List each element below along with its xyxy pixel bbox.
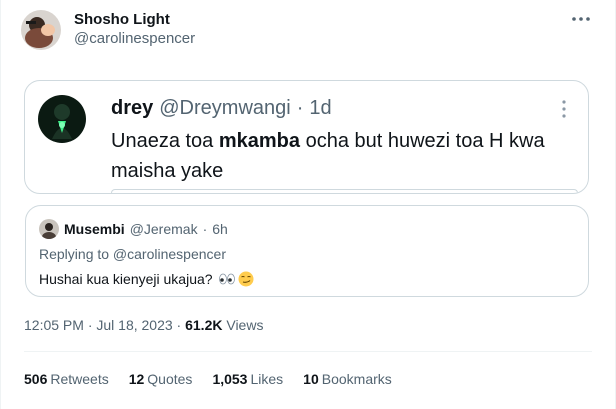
stat-count: 12	[128, 371, 145, 387]
reply-handle[interactable]: @Jeremak	[130, 221, 198, 237]
replying-to[interactable]: Replying to @carolinespencer	[39, 246, 226, 262]
timestamp[interactable]: 12:05 PM · Jul 18, 2023	[24, 317, 173, 333]
smirk-face-icon	[238, 271, 254, 287]
stat-count: 10	[303, 371, 319, 387]
tweet-detail: Shosho Light @carolinespencer drey @Drey…	[0, 0, 616, 409]
stat-label: Quotes	[147, 371, 193, 387]
quoted-header: drey @Dreymwangi · 1d	[111, 97, 332, 120]
reply-avatar[interactable]	[39, 219, 59, 239]
tweet-header: Shosho Light @carolinespencer	[21, 10, 195, 50]
views-count: 61.2K	[185, 317, 223, 333]
divider	[24, 351, 592, 352]
retweets-stat[interactable]: 506 Retweets	[24, 371, 109, 387]
views-label: Views	[226, 317, 264, 333]
reply-text: Hushai kua kienyeji ukajua?	[39, 271, 213, 287]
quotes-stat[interactable]: 12 Quotes	[129, 371, 193, 387]
author-handle[interactable]: @carolinespencer	[74, 29, 195, 49]
stat-label: Retweets	[50, 371, 109, 387]
stat-count: 1,053	[212, 371, 248, 387]
quoted-text-before: Unaeza toa	[111, 130, 219, 152]
reply-tweet-card[interactable]: Musembi @Jeremak · 6h Replying to @carol…	[25, 205, 589, 297]
more-vertical-icon[interactable]	[560, 99, 568, 119]
quoted-handle[interactable]: @Dreymwangi	[159, 97, 290, 120]
nested-card-edge	[111, 189, 578, 193]
quoted-text: Unaeza toa mkamba ocha but huwezi toa H …	[111, 126, 571, 186]
reply-time[interactable]: 6h	[212, 221, 228, 237]
separator-dot: ·	[296, 97, 304, 119]
stat-label: Likes	[250, 371, 284, 387]
quoted-name[interactable]: drey	[111, 97, 153, 120]
likes-stat[interactable]: 1,053 Likes	[212, 371, 283, 387]
stat-label: Bookmarks	[321, 371, 392, 387]
quoted-tweet-card[interactable]: drey @Dreymwangi · 1d Unaeza toa mkamba …	[24, 80, 589, 194]
stat-count: 506	[24, 371, 48, 387]
reply-name[interactable]: Musembi	[64, 221, 125, 237]
separator-dot: ·	[202, 221, 208, 237]
emoji-group	[218, 271, 254, 287]
separator-dot: ·	[176, 317, 182, 333]
bookmarks-stat[interactable]: 10 Bookmarks	[303, 371, 392, 387]
eyes-icon	[218, 273, 235, 285]
tweet-meta: 12:05 PM · Jul 18, 2023 · 61.2K Views	[24, 317, 263, 333]
reply-text-row: Hushai kua kienyeji ukajua?	[39, 271, 254, 287]
author-info: Shosho Light @carolinespencer	[74, 11, 195, 49]
quoted-avatar[interactable]	[38, 95, 86, 143]
author-name[interactable]: Shosho Light	[74, 11, 195, 29]
quoted-time[interactable]: 1d	[309, 97, 331, 120]
engagement-stats: 506 Retweets 12 Quotes 1,053 Likes 10 Bookma…	[24, 371, 412, 387]
reply-header: Musembi @Jeremak · 6h	[39, 219, 228, 239]
author-avatar[interactable]	[21, 10, 61, 50]
quoted-text-bold: mkamba	[218, 130, 301, 152]
more-horizontal-icon[interactable]	[569, 10, 593, 28]
